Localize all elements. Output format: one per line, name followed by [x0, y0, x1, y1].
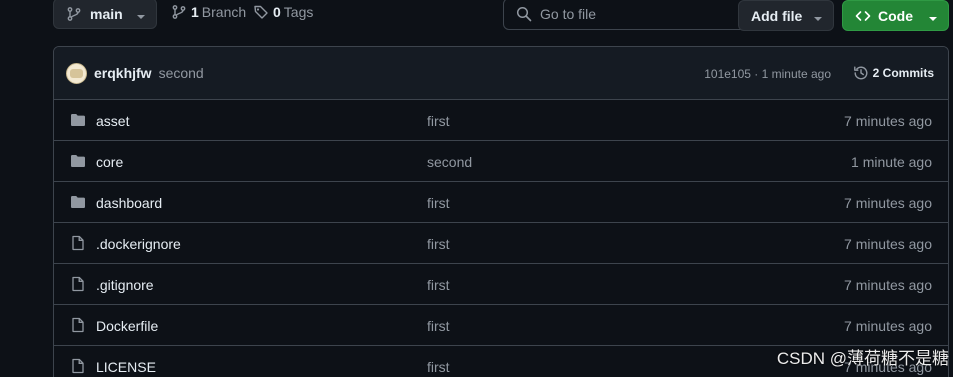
repo-page: main 1 Branch 0 Tags Go to file t — [0, 0, 953, 377]
tag-count: 0 — [273, 4, 281, 20]
file-commit-message[interactable]: first — [427, 359, 450, 375]
file-commit-message[interactable]: first — [427, 195, 450, 211]
chevron-down-icon — [813, 11, 823, 27]
history-icon — [853, 65, 869, 81]
file-name[interactable]: .dockerignore — [96, 236, 181, 252]
folder-icon — [70, 194, 86, 210]
commits-count: 2 Commits — [872, 66, 934, 80]
file-age: 7 minutes ago — [844, 236, 932, 252]
git-branch-icon — [66, 6, 82, 22]
search-icon — [516, 6, 532, 22]
branch-label: Branch — [201, 4, 247, 20]
tag-label: Tags — [283, 4, 314, 20]
file-name[interactable]: asset — [96, 113, 129, 129]
branch-name: main — [90, 5, 123, 22]
add-file-label: Add file — [751, 7, 803, 24]
avatar[interactable] — [66, 62, 87, 84]
add-file-button[interactable]: Add file — [738, 0, 834, 31]
search-placeholder: Go to file — [540, 6, 597, 22]
file-icon — [70, 235, 86, 251]
tags-link[interactable]: 0 Tags — [253, 4, 313, 20]
commits-link[interactable]: 2 Commits — [853, 65, 934, 81]
file-commit-message[interactable]: first — [427, 277, 450, 293]
file-name[interactable]: dashboard — [96, 195, 162, 211]
table-row[interactable]: .dockerignore first 7 minutes ago — [54, 223, 948, 264]
table-row[interactable]: .gitignore first 7 minutes ago — [54, 264, 948, 305]
file-icon — [70, 317, 86, 333]
file-age: 7 minutes ago — [844, 113, 932, 129]
table-row[interactable]: asset first 7 minutes ago — [54, 100, 948, 141]
file-commit-message[interactable]: second — [427, 154, 472, 170]
file-name[interactable]: Dockerfile — [96, 318, 158, 334]
file-commit-message[interactable]: first — [427, 318, 450, 334]
file-icon — [70, 358, 86, 374]
table-row[interactable]: core second 1 minute ago — [54, 141, 948, 182]
git-branch-icon — [171, 4, 187, 20]
latest-commit-bar: erqkhjfw second 101e105 · 1 minute ago 2… — [54, 47, 948, 100]
commit-sha-time[interactable]: 101e105 · 1 minute ago — [704, 67, 831, 81]
file-age: 7 minutes ago — [844, 318, 932, 334]
branches-link[interactable]: 1 Branch — [171, 4, 246, 20]
file-commit-message[interactable]: first — [427, 113, 450, 129]
folder-icon — [70, 153, 86, 169]
chevron-down-icon — [928, 11, 938, 27]
file-icon — [70, 276, 86, 292]
table-row[interactable]: Dockerfile first 7 minutes ago — [54, 305, 948, 346]
code-button[interactable]: Code — [842, 0, 949, 31]
code-icon — [855, 8, 871, 24]
code-label: Code — [878, 7, 913, 24]
repo-toolbar: main 1 Branch 0 Tags Go to file t — [53, 0, 949, 31]
folder-icon — [70, 112, 86, 128]
chevron-down-icon — [136, 9, 146, 25]
file-name[interactable]: .gitignore — [96, 277, 154, 293]
branch-count: 1 — [191, 4, 199, 20]
file-commit-message[interactable]: first — [427, 236, 450, 252]
file-age: 1 minute ago — [851, 154, 932, 170]
file-name[interactable]: core — [96, 154, 123, 170]
file-list: erqkhjfw second 101e105 · 1 minute ago 2… — [53, 46, 949, 377]
commit-author[interactable]: erqkhjfw — [94, 65, 152, 81]
branch-select-button[interactable]: main — [53, 0, 157, 29]
table-row[interactable]: dashboard first 7 minutes ago — [54, 182, 948, 223]
commit-message[interactable]: second — [159, 65, 204, 81]
file-age: 7 minutes ago — [844, 277, 932, 293]
watermark-text: CSDN @薄荷糖不是糖 — [776, 349, 949, 368]
file-name[interactable]: LICENSE — [96, 359, 156, 375]
file-age: 7 minutes ago — [844, 195, 932, 211]
tag-icon — [253, 4, 269, 20]
